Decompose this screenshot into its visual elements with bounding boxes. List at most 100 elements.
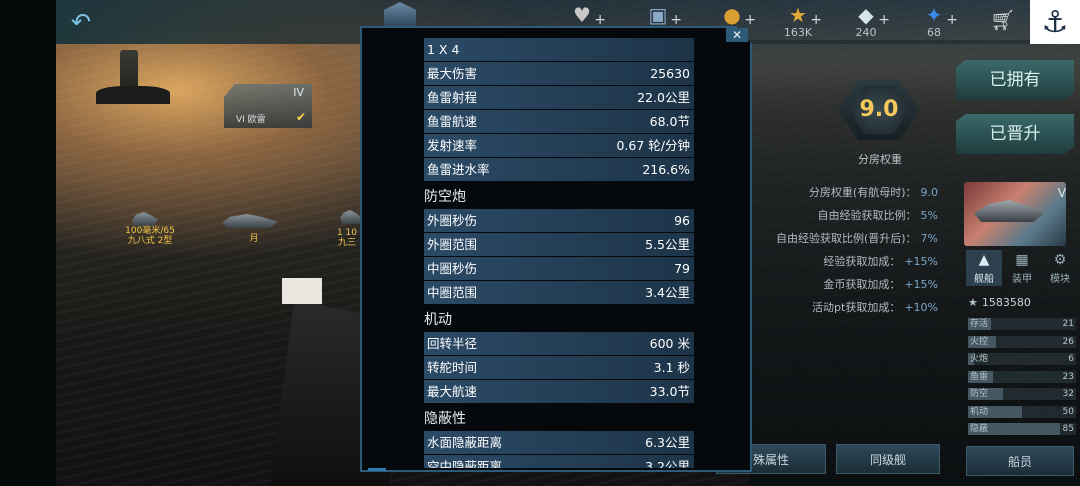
attribute-label: 自由经验获取比例(晋升后)： bbox=[775, 232, 917, 245]
attribute-value: +15% bbox=[904, 278, 938, 291]
stat-row: 外圈秒伤 96 bbox=[424, 209, 694, 232]
attribute-row: 分房权重(有航母时)： 9.0 bbox=[809, 184, 938, 200]
stat-label: 鱼雷 bbox=[970, 371, 989, 382]
star-score: ★ 1583580 bbox=[968, 296, 1031, 309]
stat-row: 中圈秒伤 79 bbox=[424, 257, 694, 280]
close-icon: ✕ bbox=[731, 28, 743, 42]
module-icon: ⚙ bbox=[1053, 252, 1067, 268]
stat-row: 最大航速 33.0节 bbox=[424, 380, 694, 403]
stat-row: 机动 50 bbox=[968, 405, 1076, 418]
stat-name: 空中隐蔽距离 bbox=[427, 459, 503, 468]
stat-row: 鱼雷 23 bbox=[968, 370, 1076, 383]
stat-row: 最大伤害 25630 bbox=[424, 62, 694, 85]
stat-name: 发射速率 bbox=[427, 138, 478, 153]
add-icon[interactable]: + bbox=[946, 12, 958, 28]
stat-name: 转舵时间 bbox=[427, 360, 478, 375]
scene-label-ship: 月 bbox=[249, 234, 259, 244]
attribute-row: 自由经验获取比例： 5% bbox=[818, 207, 938, 223]
resource-diamond[interactable]: ◆ +240 bbox=[836, 4, 896, 42]
stat-value: 21 bbox=[1062, 319, 1074, 329]
stat-value: 68.0节 bbox=[649, 114, 690, 129]
attribute-label: 金币获取加成： bbox=[823, 278, 901, 291]
stat-value: 6 bbox=[1068, 354, 1074, 364]
promoted-button[interactable]: 已晋升 bbox=[956, 114, 1074, 154]
stat-value: 3.4公里 bbox=[645, 285, 690, 300]
same-tier-button[interactable]: 同级舰 bbox=[836, 444, 940, 474]
section-title: 防空炮 bbox=[424, 189, 466, 205]
stat-row: 火炮 6 bbox=[968, 353, 1076, 365]
add-icon[interactable]: + bbox=[810, 12, 822, 28]
anchor-icon[interactable]: ⚓︎ bbox=[1030, 0, 1080, 44]
stat-value: 0.67 轮/分钟 bbox=[616, 138, 690, 153]
star-score-value: 1583580 bbox=[981, 296, 1031, 309]
add-icon[interactable]: + bbox=[744, 12, 756, 28]
stat-label: 机动 bbox=[970, 406, 989, 417]
stat-value: 85 bbox=[1062, 424, 1074, 434]
attribute-label: 自由经验获取比例： bbox=[817, 209, 917, 222]
owned-button[interactable]: 已拥有 bbox=[956, 60, 1074, 100]
stat-value: 23 bbox=[1062, 371, 1074, 382]
tab-label: 模块 bbox=[1050, 274, 1070, 285]
stat-name: 回转半径 bbox=[427, 336, 478, 351]
ship-thumbnail[interactable]: V bbox=[964, 182, 1066, 246]
attribute-label: 活动pt获取加成： bbox=[812, 301, 901, 314]
tab-module[interactable]: ⚙ 模块 bbox=[1042, 250, 1078, 286]
stat-name: 中圈范围 bbox=[427, 285, 478, 300]
scene-label-gun: 100毫米/65 九八式 2型 bbox=[125, 226, 175, 246]
armor-icon: ▦ bbox=[1015, 252, 1029, 268]
stat-row: 中圈范围 3.4公里 bbox=[424, 281, 694, 304]
stat-name: 1 X 4 bbox=[427, 42, 460, 57]
star-icon: ★ bbox=[968, 296, 978, 309]
stat-row: 鱼雷射程 22.0公里 bbox=[424, 86, 694, 109]
stat-label: 防空 bbox=[970, 389, 989, 399]
stat-value: 26 bbox=[1062, 336, 1074, 347]
stat-name: 中圈秒伤 bbox=[427, 261, 478, 276]
stat-row: 发射速率 0.67 轮/分钟 bbox=[424, 134, 694, 157]
add-icon[interactable]: + bbox=[594, 12, 606, 28]
attribute-row: 经验获取加成： +15% bbox=[823, 253, 938, 269]
attribute-value: 7% bbox=[920, 232, 938, 245]
stats-list[interactable]: 1 X 4 最大伤害 25630 鱼雷射程 22.0公里鱼雷航速 68.0节发射速率 0.6… bbox=[424, 38, 694, 468]
room-weight-label: 分房权重 bbox=[858, 153, 902, 166]
crew-button[interactable]: 船员 bbox=[966, 446, 1074, 476]
attribute-row: 活动pt获取加成： +10% bbox=[812, 299, 938, 315]
add-icon[interactable]: + bbox=[878, 12, 890, 28]
tab-ship[interactable]: ▲ 舰船 bbox=[966, 250, 1002, 286]
shop-cart-icon[interactable]: 🛒︎ bbox=[990, 8, 1015, 32]
stat-label: 存活 bbox=[970, 319, 989, 329]
stat-value: 3.2公里 bbox=[645, 459, 690, 468]
resource-blue-gem[interactable]: ✦ +68 bbox=[904, 4, 964, 42]
stat-label: 火炮 bbox=[970, 354, 989, 364]
ship-tier: V bbox=[1057, 186, 1066, 200]
tab-armor[interactable]: ▦ 装甲 bbox=[1004, 250, 1040, 286]
stat-row: 水面隐蔽距离 6.3公里 bbox=[424, 431, 694, 454]
stat-name: 水面隐蔽距离 bbox=[427, 435, 503, 450]
stat-row: 鱼雷航速 68.0节 bbox=[424, 110, 694, 133]
stat-row: 鱼雷进水率 216.6% bbox=[424, 158, 694, 181]
stat-row: 转舵时间 3.1 秒 bbox=[424, 356, 694, 379]
popup-corner-accent bbox=[368, 468, 386, 471]
letterbox-left bbox=[0, 0, 56, 486]
stat-value: 79 bbox=[674, 261, 690, 276]
stat-value: 216.6% bbox=[642, 162, 690, 177]
rock-island bbox=[96, 86, 170, 104]
stat-value: 96 bbox=[674, 213, 690, 228]
ship-card-name: VI 欧雷 bbox=[236, 115, 266, 125]
close-button[interactable]: ✕ bbox=[726, 28, 748, 42]
stat-row: 外圈范围 5.5公里 bbox=[424, 233, 694, 256]
stat-value: 5.5公里 bbox=[645, 237, 690, 252]
ship-select-card[interactable]: IV VI 欧雷 ✔ bbox=[224, 84, 312, 128]
stat-row: 存活 21 bbox=[968, 318, 1076, 330]
stat-name: 最大伤害 bbox=[427, 66, 478, 81]
stat-name: 最大航速 bbox=[427, 384, 478, 399]
stat-value: 25630 bbox=[650, 66, 690, 81]
back-button[interactable]: ↶ bbox=[64, 8, 98, 36]
ship-icon: ▲ bbox=[978, 252, 990, 268]
add-icon[interactable]: + bbox=[670, 12, 682, 28]
tab-label: 舰船 bbox=[974, 274, 994, 285]
stat-label: 火控 bbox=[970, 336, 989, 347]
stat-row: 空中隐蔽距离 3.2公里 bbox=[424, 455, 694, 468]
resource-star[interactable]: ★ +163K bbox=[768, 4, 828, 42]
stat-name: 鱼雷航速 bbox=[427, 114, 478, 129]
stat-name: 外圈秒伤 bbox=[427, 213, 478, 228]
